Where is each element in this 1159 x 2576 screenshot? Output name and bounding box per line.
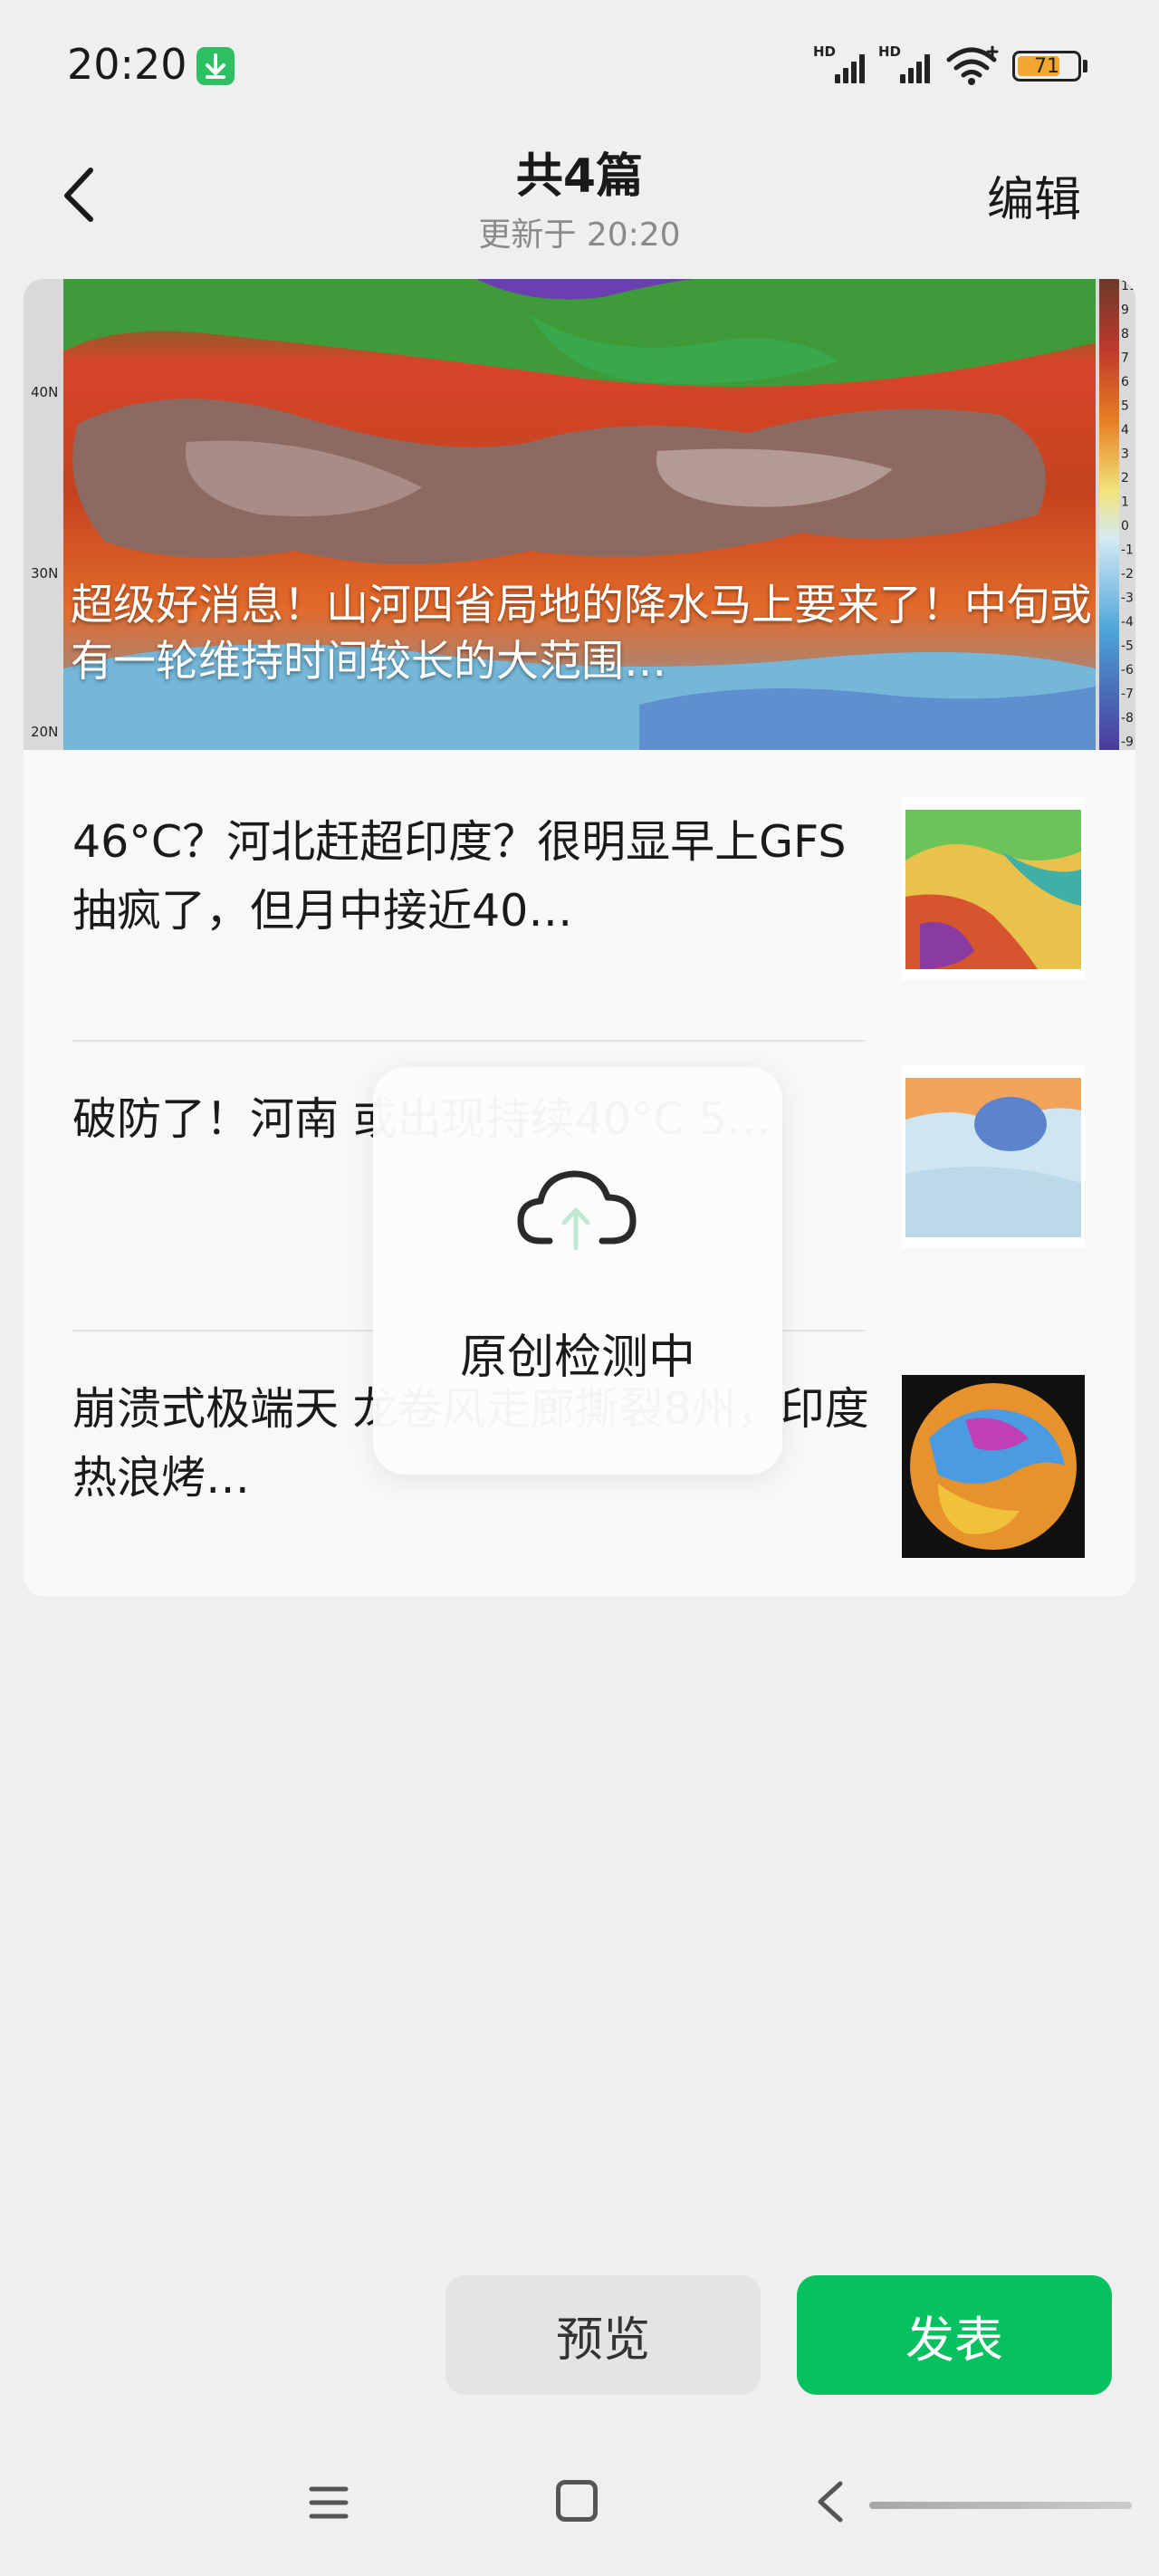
scale-label: -3: [1121, 591, 1134, 606]
update-time: 更新于 20:20: [478, 216, 681, 254]
back-icon[interactable]: [811, 2478, 848, 2525]
article-title: 46°C？河北赶超印度？很明显早上GFS抽疯了，但月中接近40…: [72, 816, 847, 937]
signal-icon: HD: [878, 43, 936, 83]
scale-label: 1: [1121, 495, 1129, 510]
battery-icon: 71: [1012, 51, 1081, 82]
scale-label: 11: [1121, 279, 1135, 293]
article-thumbnail: [902, 1375, 1085, 1558]
preview-button[interactable]: 预览: [445, 2275, 761, 2395]
scale-label: -1: [1121, 543, 1134, 558]
scale-label: -6: [1121, 663, 1134, 678]
scale-label: 9: [1121, 303, 1129, 318]
scale-label: -8: [1121, 711, 1134, 726]
article-title: 超级好消息！山河四省局地的降水马上要来了！中旬或有一轮维持时间较长的大范围…: [71, 581, 1092, 687]
scale-label: 8: [1121, 327, 1129, 341]
toast-text: 原创检测中: [459, 1331, 695, 1385]
wifi-icon: [945, 45, 1001, 91]
scale-label: 7: [1121, 351, 1129, 366]
article-item[interactable]: 46°C？河北赶超印度？很明显早上GFS抽疯了，但月中接近40…: [24, 768, 1135, 1058]
scale-label: 0: [1121, 519, 1129, 533]
menu-icon[interactable]: [308, 2482, 350, 2523]
cloud-upload-icon: [517, 1170, 637, 1251]
scale-label: 6: [1121, 375, 1129, 389]
status-time: 20:20: [67, 40, 187, 89]
lat-label: 40N: [31, 384, 58, 400]
scale-label: -5: [1121, 639, 1134, 654]
article-thumbnail: [902, 797, 1085, 980]
scale-label: -9: [1121, 735, 1134, 750]
scale-label: -2: [1121, 567, 1134, 582]
network-label: HD: [878, 43, 902, 60]
status-bar: 20:20 HD HD 71: [0, 0, 1159, 136]
original-check-toast: 原创检测中: [373, 1067, 782, 1475]
lat-label: 30N: [31, 565, 58, 582]
publish-button[interactable]: 发表: [797, 2275, 1112, 2395]
scale-label: 4: [1121, 423, 1129, 437]
download-icon: [196, 47, 235, 85]
article-thumbnail: [902, 1065, 1085, 1248]
page-title: 共4篇: [515, 149, 644, 204]
gesture-bar: [869, 2502, 1132, 2509]
scale-label: -4: [1121, 615, 1134, 630]
divider: [72, 1040, 866, 1042]
lat-label: 20N: [31, 724, 58, 740]
edit-button[interactable]: 编辑: [987, 161, 1081, 229]
scale-label: -7: [1121, 687, 1134, 702]
home-icon[interactable]: [556, 2480, 598, 2522]
scale-label: 3: [1121, 447, 1129, 462]
scale-label: 5: [1121, 399, 1129, 414]
network-label: HD: [813, 43, 837, 60]
signal-icon: HD: [813, 43, 871, 83]
battery-level: 71: [1034, 55, 1059, 78]
scale-label: 2: [1121, 471, 1129, 485]
system-nav-bar: [0, 2446, 1159, 2576]
article-hero[interactable]: 40N 30N 20N 11 9 8 7 6 5 4 3 2 1 0 -1 -2 -3 -4 -5 -6 -7 -8…: [24, 279, 1135, 750]
